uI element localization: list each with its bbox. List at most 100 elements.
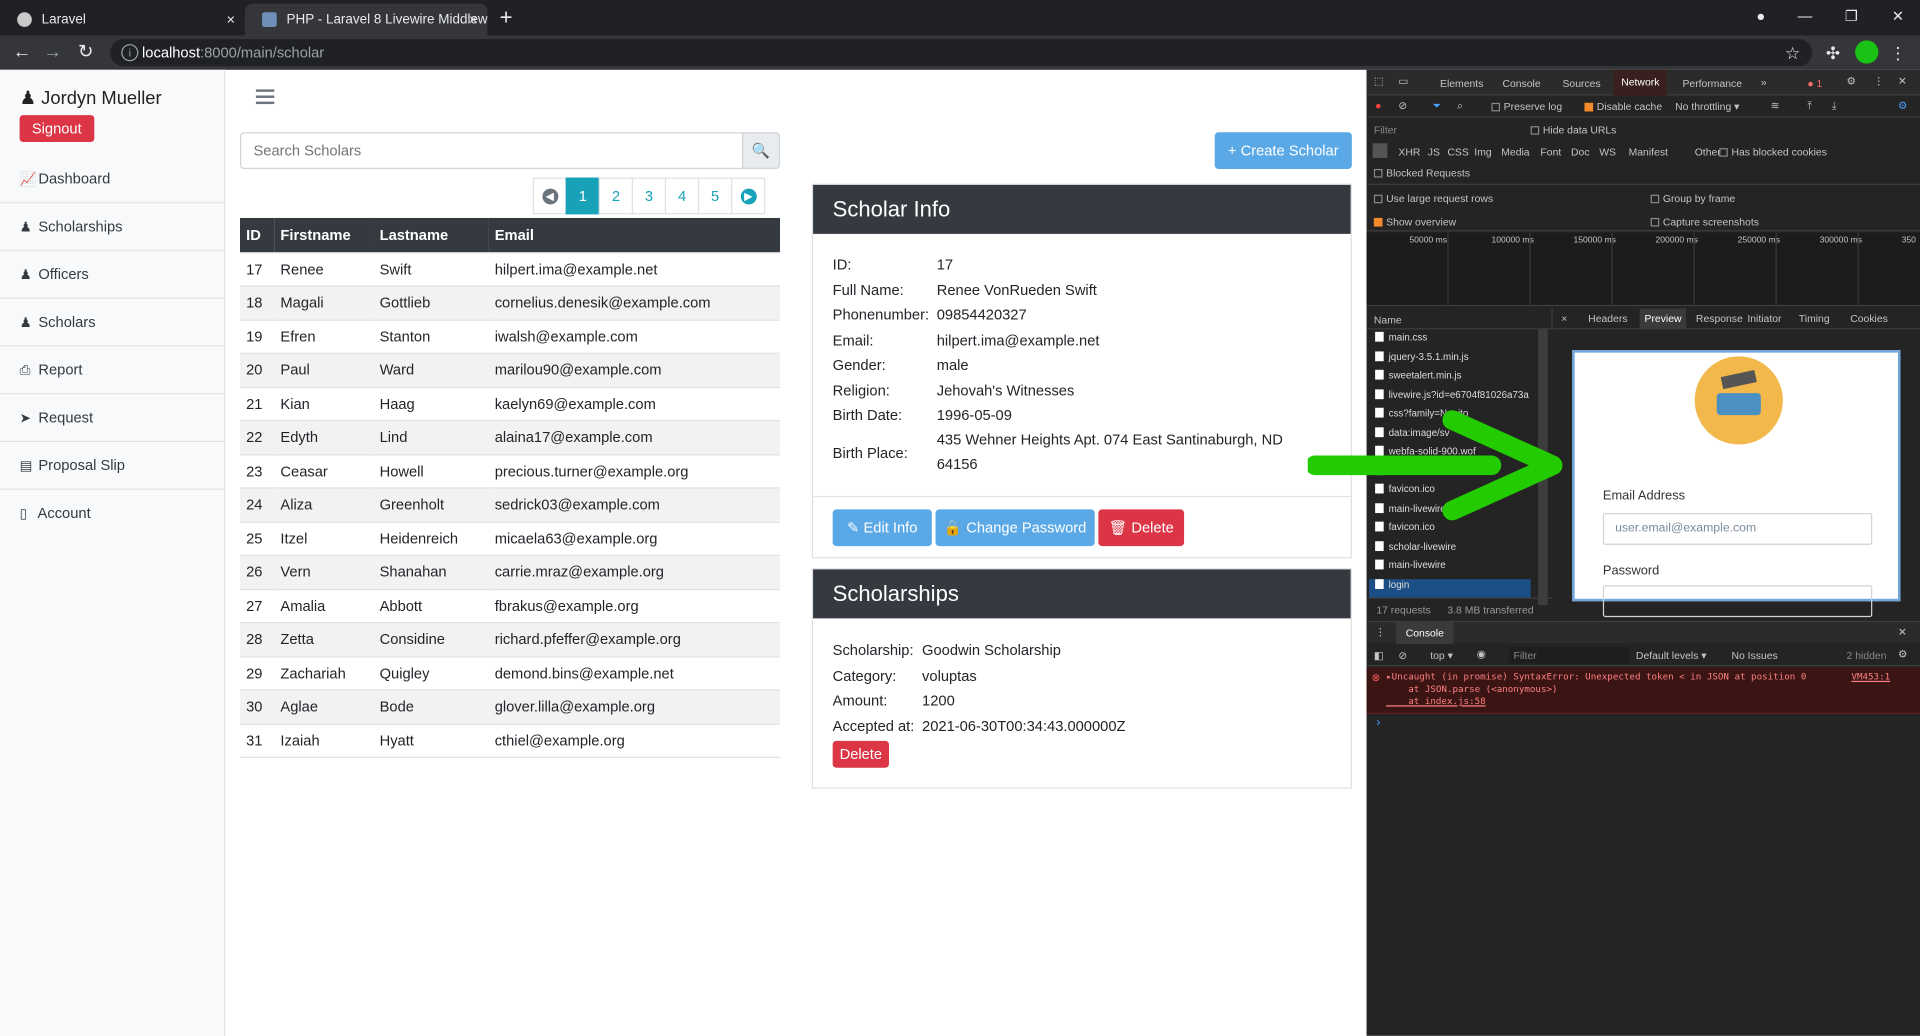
new-tab-button[interactable]: + xyxy=(500,4,513,31)
minimize-icon[interactable]: — xyxy=(1783,0,1827,32)
sidebar-toggle-icon[interactable]: ◧ xyxy=(1374,649,1384,662)
tab-network[interactable]: Network xyxy=(1613,69,1667,96)
url-field[interactable]: i localhost:8000/main/scholar xyxy=(110,39,1813,67)
page-4[interactable]: 4 xyxy=(664,177,700,215)
close-tab-icon[interactable]: × xyxy=(227,4,236,36)
table-row[interactable]: 22 Edyth Lind alaina17@example.com xyxy=(240,420,781,455)
download-icon[interactable]: ⤓ xyxy=(1832,99,1837,112)
console-drawer-tab[interactable]: Console xyxy=(1395,622,1454,645)
close-window-icon[interactable]: ✕ xyxy=(1876,0,1920,32)
sidebar-item-account[interactable]: ▯ Account xyxy=(0,490,224,538)
sidebar-item-dashboard[interactable]: 📈 Dashboard xyxy=(0,156,225,204)
tab-sources[interactable]: Sources xyxy=(1562,77,1600,89)
tab-elements[interactable]: Elements xyxy=(1440,77,1483,89)
tab-performance[interactable]: Performance xyxy=(1682,77,1742,89)
delete-scholar-button[interactable]: 🗑 Delete xyxy=(1098,509,1185,547)
search-button[interactable]: 🔍 xyxy=(742,132,781,169)
type-filter-manifest[interactable]: Manifest xyxy=(1629,146,1668,158)
disable-cache-checkbox[interactable]: Disable cache xyxy=(1584,100,1662,113)
table-row[interactable]: 25 Itzel Heidenreich micaela63@example.org xyxy=(240,521,781,556)
more-icon[interactable]: ⋮ xyxy=(1873,75,1883,88)
page-2[interactable]: 2 xyxy=(598,177,634,215)
back-icon[interactable]: ← xyxy=(7,36,36,70)
context-select[interactable]: top ▾ xyxy=(1430,649,1453,662)
password-field[interactable] xyxy=(1602,585,1873,618)
inspect-icon[interactable]: ⬚ xyxy=(1374,75,1384,88)
detail-tab-timing[interactable]: Timing xyxy=(1794,309,1835,330)
table-row[interactable]: 18 Magali Gottlieb cornelius.denesik@exampl… xyxy=(240,285,781,320)
table-row[interactable]: 31 Izaiah Hyatt cthiel@example.org xyxy=(240,723,781,758)
log-levels-select[interactable]: Default levels ▾ xyxy=(1636,649,1707,662)
avatar[interactable] xyxy=(1855,40,1879,64)
drawer-menu-icon[interactable]: ⋮ xyxy=(1375,626,1385,639)
type-filter-ws[interactable]: WS xyxy=(1599,146,1616,158)
clear-icon[interactable]: ⊘ xyxy=(1398,99,1407,112)
menu-dots-icon[interactable]: ⋮ xyxy=(1883,36,1912,70)
table-row[interactable]: 23 Ceasar Howell precious.turner@example.or… xyxy=(240,453,781,488)
edit-info-button[interactable]: ✎ Edit Info xyxy=(832,509,932,547)
close-detail-icon[interactable]: × xyxy=(1561,312,1567,324)
eye-icon[interactable]: ◉ xyxy=(1477,648,1486,661)
table-row[interactable]: 28 Zetta Considine richard.pfeffer@example.… xyxy=(240,622,781,657)
sidebar-item-officers[interactable]: ♟ Officers xyxy=(0,251,225,299)
console-filter-input[interactable]: Filter xyxy=(1508,646,1629,664)
browser-tab-laravel[interactable]: Laravel × xyxy=(0,4,245,36)
detail-tab-headers[interactable]: Headers xyxy=(1583,309,1632,330)
detail-tab-initiator[interactable]: Initiator xyxy=(1742,309,1786,330)
restore-icon[interactable]: ❐ xyxy=(1829,0,1873,32)
detail-tab-preview[interactable]: Preview xyxy=(1639,308,1687,330)
browser-tab-php[interactable]: PHP - Laravel 8 Livewire Middlew × xyxy=(244,3,488,36)
request-row[interactable]: jquery-3.5.1.min.js xyxy=(1375,350,1537,369)
filter-input[interactable]: Filter xyxy=(1374,124,1397,136)
sidebar-item-scholars[interactable]: ♟ Scholars xyxy=(0,299,225,347)
table-row[interactable]: 20 Paul Ward marilou90@example.com xyxy=(240,352,781,387)
detail-tab-response[interactable]: Response xyxy=(1691,309,1748,330)
preserve-log-checkbox[interactable]: Preserve log xyxy=(1491,100,1562,113)
blocked-cookies-checkbox[interactable]: Has blocked cookies xyxy=(1719,146,1827,158)
table-row[interactable]: 24 Aliza Greenholt sedrick03@example.com xyxy=(240,487,781,522)
type-filter-img[interactable]: Img xyxy=(1474,146,1491,158)
next-page-button[interactable]: ▶ xyxy=(731,177,766,215)
filter-icon[interactable]: ⏷ xyxy=(1433,99,1441,112)
close-tab-icon[interactable]: × xyxy=(469,4,478,36)
error-badge[interactable]: ● 1 xyxy=(1807,77,1822,89)
info-icon[interactable]: i xyxy=(121,44,139,62)
hide-data-urls-checkbox[interactable]: Hide data URLs xyxy=(1530,124,1616,136)
large-rows-checkbox[interactable]: Use large request rows xyxy=(1373,192,1493,204)
show-overview-checkbox[interactable]: Show overview xyxy=(1373,216,1456,228)
device-toggle-icon[interactable]: ▭ xyxy=(1398,75,1408,88)
request-row[interactable]: sweetalert.min.js xyxy=(1375,369,1537,388)
throttling-select[interactable]: No throttling ▾ xyxy=(1675,100,1739,113)
record-icon[interactable]: ● xyxy=(1375,99,1381,111)
forward-icon[interactable]: → xyxy=(38,36,67,70)
request-row[interactable]: livewire.js?id=e6704f81026a73a xyxy=(1375,388,1537,407)
type-filter-media[interactable]: Media xyxy=(1501,146,1529,158)
close-devtools-icon[interactable]: ✕ xyxy=(1898,75,1907,88)
profile-icon[interactable]: ● xyxy=(1739,0,1783,32)
bookmark-star-icon[interactable]: ☆ xyxy=(1778,36,1807,70)
group-by-frame-checkbox[interactable]: Group by frame xyxy=(1650,192,1735,204)
page-3[interactable]: 3 xyxy=(631,177,667,215)
type-filter-font[interactable]: Font xyxy=(1540,146,1561,158)
tab-console[interactable]: Console xyxy=(1502,77,1540,89)
wifi-icon[interactable]: ≋ xyxy=(1771,99,1780,112)
table-row[interactable]: 27 Amalia Abbott fbrakus@example.org xyxy=(240,588,781,623)
sidebar-item-proposal-slip[interactable]: ▤ Proposal Slip xyxy=(0,442,225,490)
menu-toggle-icon[interactable] xyxy=(255,89,275,107)
table-row[interactable]: 29 Zachariah Quigley demond.bins@example.ne… xyxy=(240,655,781,691)
request-row[interactable]: main.css xyxy=(1375,331,1537,350)
create-scholar-button[interactable]: + Create Scholar xyxy=(1214,132,1352,169)
email-field[interactable]: user.email@example.com xyxy=(1602,513,1873,545)
type-filter-doc[interactable]: Doc xyxy=(1571,146,1590,158)
delete-scholarship-button[interactable]: Delete xyxy=(832,740,889,768)
table-row[interactable]: 17 Renee Swift hilpert.ima@example.net xyxy=(240,251,781,286)
search-input[interactable] xyxy=(240,132,744,169)
extensions-icon[interactable]: ✣ xyxy=(1818,36,1847,70)
issues-button[interactable]: No Issues xyxy=(1731,649,1777,661)
signout-button[interactable]: Signout xyxy=(19,115,94,143)
settings-icon[interactable]: ⚙ xyxy=(1847,75,1856,88)
page-1[interactable]: 1 xyxy=(565,177,601,215)
capture-screenshots-checkbox[interactable]: Capture screenshots xyxy=(1650,216,1759,228)
prev-page-button[interactable]: ◀ xyxy=(532,177,567,215)
table-row[interactable]: 26 Vern Shanahan carrie.mraz@example.org xyxy=(240,554,781,589)
